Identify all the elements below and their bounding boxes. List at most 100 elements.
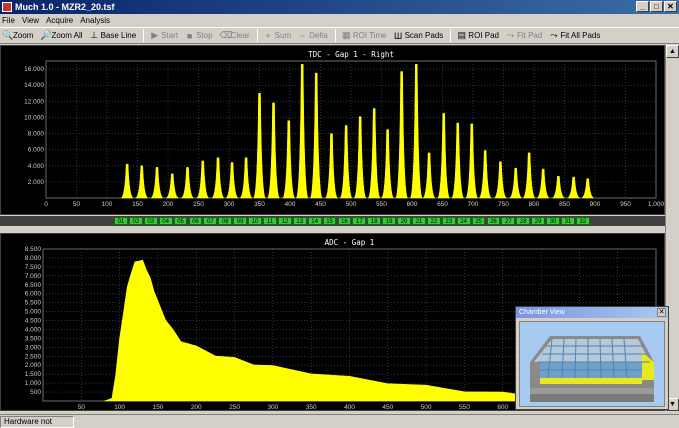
x-tick-label: 900	[590, 201, 601, 208]
toolbar: 🔍 Zoom 🔎 Zoom All ⊥ Base Line ▶ Start ■ Stop ⌫ Clea…	[0, 27, 679, 44]
pad-10[interactable]: 10	[248, 217, 262, 225]
chart-title: ADC - Gap 1	[325, 238, 375, 247]
pad-31[interactable]: 31	[561, 217, 575, 225]
tdc-peak	[581, 178, 594, 199]
menu-file[interactable]: File	[2, 16, 15, 25]
splitter[interactable]	[0, 226, 665, 233]
x-tick-label: 600	[497, 404, 508, 410]
y-tick-label: 7.000	[25, 273, 42, 280]
pad-27[interactable]: 27	[501, 217, 516, 225]
pad-07[interactable]: 07	[203, 217, 218, 225]
y-tick-label: 1.500	[25, 371, 42, 378]
pad-21[interactable]: 21	[412, 217, 426, 225]
x-tick-label: 350	[254, 201, 265, 208]
toolbar-roi-time-button[interactable]: ▦ ROI Time	[342, 30, 387, 41]
x-tick-label: 400	[344, 404, 355, 410]
toolbar-scan-pads-button[interactable]: Ш Scan Pads	[394, 31, 443, 41]
toolbar-fit-all-pads-button[interactable]: ⤳ Fit All Pads	[549, 30, 600, 41]
title-bar[interactable]: Much 1.0 - MZR2_20.tsf _ □ ✕	[0, 0, 679, 14]
pad-11[interactable]: 11	[263, 217, 277, 225]
x-tick-label: 550	[459, 404, 470, 410]
pad-23[interactable]: 23	[441, 217, 456, 225]
minus-icon: −	[299, 30, 306, 41]
minimize-button[interactable]: _	[636, 1, 649, 12]
toolbar-zoom-all-button[interactable]: 🔎 Zoom All	[40, 30, 82, 41]
fit-pad-icon: ⤳	[506, 30, 515, 40]
chamber-view-titlebar[interactable]: Chamber View ✕	[516, 307, 668, 318]
toolbar-fit-pad-button[interactable]: ⤳ Fit Pad	[506, 30, 542, 41]
tdc-peak	[465, 123, 478, 199]
toolbar-button-label: Fit All Pads	[560, 31, 601, 40]
magnifier-icon: 🔍	[2, 30, 14, 40]
toolbar-zoom-button[interactable]: 🔍 Zoom	[2, 30, 33, 41]
magnifier-all-icon: 🔎	[40, 30, 52, 40]
pad-13[interactable]: 13	[292, 217, 307, 225]
x-tick-label: 200	[191, 404, 202, 410]
pad-06[interactable]: 06	[188, 217, 203, 225]
maximize-button[interactable]: □	[650, 1, 663, 12]
toolbar-clear-button[interactable]: ⌫ Clear	[220, 30, 250, 41]
pad-16[interactable]: 16	[337, 217, 352, 225]
toolbar-sum-button[interactable]: + Sum	[264, 30, 292, 41]
toolbar-base-line-button[interactable]: ⊥ Base Line	[90, 30, 136, 41]
pad-22[interactable]: 22	[426, 217, 441, 225]
pad-20[interactable]: 20	[397, 217, 411, 225]
pad-02[interactable]: 02	[128, 217, 143, 225]
pad-30[interactable]: 30	[546, 217, 560, 225]
tdc-peak	[166, 173, 179, 199]
chamber-3d-view[interactable]	[519, 321, 665, 407]
toolbar-roi-pad-button[interactable]: ▤ ROI Pad	[457, 30, 499, 41]
pad-05[interactable]: 05	[173, 217, 188, 225]
x-tick-label: 50	[78, 404, 86, 410]
y-tick-label: 500	[30, 389, 41, 396]
toolbar-button-label: Zoom All	[51, 31, 83, 40]
toolbar-delta-button[interactable]: − Delta	[298, 31, 328, 41]
pad-08[interactable]: 08	[218, 217, 233, 225]
pad-strip: 01 02 03 04 05 06 07 08 09 10 11 12 13 14 15 16 17 18 19 20…	[0, 216, 665, 226]
pad-29[interactable]: 29	[531, 217, 546, 225]
x-tick-label: 750	[498, 201, 509, 208]
toolbar-button-label: Fit Pad	[516, 31, 543, 40]
chamber-view-window[interactable]: Chamber View ✕	[515, 306, 669, 410]
pad-09[interactable]: 09	[233, 217, 248, 225]
tdc-peak	[150, 167, 164, 199]
pad-18[interactable]: 18	[367, 217, 382, 225]
tdc-peak	[282, 120, 295, 199]
play-icon: ▶	[151, 30, 159, 40]
y-tick-label: 7.500	[25, 264, 42, 271]
tdc-plot[interactable]: TDC - Gap 1 - Right 0 50 100 150 200 250 300 350…	[0, 45, 665, 215]
pad-28[interactable]: 28	[516, 217, 531, 225]
toolbar-stop-button[interactable]: ■ Stop	[185, 31, 213, 41]
menu-acquire[interactable]: Acquire	[46, 16, 73, 25]
menu-analysis[interactable]: Analysis	[80, 16, 110, 25]
y-tick-label: 2.000	[28, 179, 45, 186]
x-tick-label: 250	[229, 404, 240, 410]
chamber-close-icon[interactable]: ✕	[657, 308, 666, 317]
toolbar-separator	[256, 29, 258, 42]
pad-03[interactable]: 03	[143, 217, 158, 225]
close-button[interactable]: ✕	[664, 1, 677, 12]
toolbar-button-label: Stop	[196, 31, 213, 40]
status-bar: Hardware not found	[0, 414, 679, 428]
pad-14[interactable]: 14	[307, 217, 322, 225]
pad-04[interactable]: 04	[158, 217, 173, 225]
pad-12[interactable]: 12	[277, 217, 292, 225]
scroll-up-icon[interactable]: ▲	[666, 45, 679, 58]
toolbar-start-button[interactable]: ▶ Start	[150, 30, 178, 41]
pad-32[interactable]: 32	[575, 217, 590, 225]
pad-24[interactable]: 24	[456, 217, 471, 225]
y-tick-label: 6.000	[28, 147, 45, 154]
pad-25[interactable]: 25	[471, 217, 486, 225]
pad-17[interactable]: 17	[352, 217, 367, 225]
plus-icon: +	[265, 30, 271, 41]
tdc-peak	[339, 125, 353, 199]
pad-26[interactable]: 26	[486, 217, 501, 225]
pad-01[interactable]: 01	[114, 217, 128, 225]
x-tick-label: 450	[382, 404, 393, 410]
toolbar-button-label: Start	[161, 31, 179, 40]
menu-view[interactable]: View	[22, 16, 39, 25]
x-tick-label: 300	[224, 201, 235, 208]
pad-15[interactable]: 15	[322, 217, 337, 225]
y-tick-label: 4.000	[25, 326, 42, 333]
pad-19[interactable]: 19	[382, 217, 397, 225]
